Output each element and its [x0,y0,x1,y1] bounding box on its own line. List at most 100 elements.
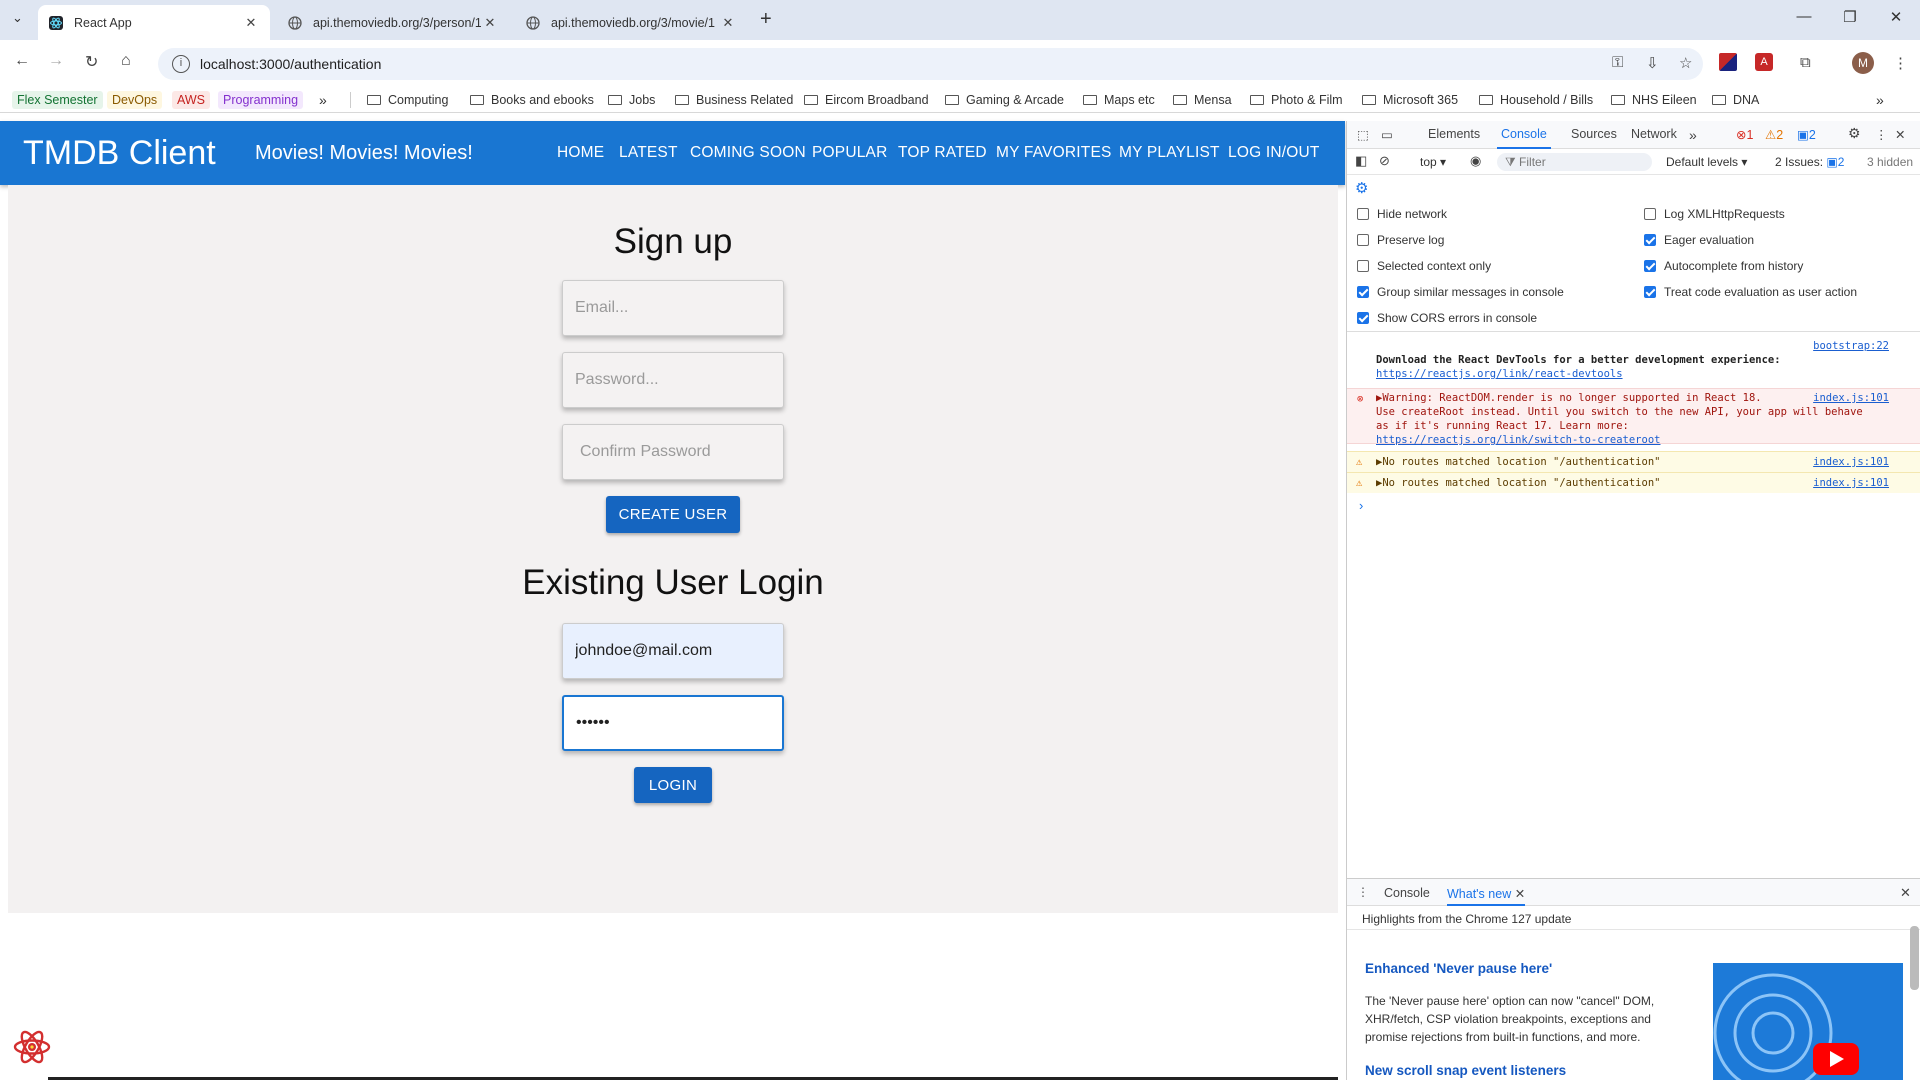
nav-popular[interactable]: POPULAR [812,144,887,162]
checkbox-checked[interactable] [1357,286,1369,298]
console-filter-input[interactable]: ⧩ Filter [1497,153,1652,171]
react-devtools-link[interactable]: https://reactjs.org/link/react-devtools [1376,367,1920,381]
restore-icon[interactable]: ❐ [1827,8,1873,26]
nav-home[interactable]: HOME [557,144,604,162]
bookmark-folder-photo[interactable]: Photo & Film [1250,90,1343,110]
back-icon[interactable]: ← [14,52,30,70]
close-drawer-icon[interactable]: ✕ [1900,885,1911,901]
create-user-button[interactable]: CREATE USER [606,496,740,533]
browser-tab-person[interactable]: api.themoviedb.org/3/person/1 ✕ [277,5,509,40]
install-app-icon[interactable]: ⇩ [1646,54,1659,72]
bookmark-folder-jobs[interactable]: Jobs [608,90,655,110]
error-count-badge[interactable]: ⊗1 [1736,127,1753,142]
console-prompt-icon[interactable]: › [1359,498,1363,513]
login-email-input[interactable] [562,623,784,679]
bookmark-folder-business[interactable]: Business Related [675,90,793,110]
login-password-input[interactable] [562,695,784,751]
checkbox-checked[interactable] [1644,234,1656,246]
password-key-icon[interactable]: ⚿ [1612,54,1623,71]
more-bookmarks-chevron-icon[interactable]: » [319,90,327,110]
bookmark-devops[interactable]: DevOps [107,90,163,110]
bookmark-folder-household[interactable]: Household / Bills [1479,90,1593,110]
close-tab-icon[interactable]: ✕ [481,15,499,31]
tab-search-chevron-icon[interactable]: ⌄ [12,10,23,26]
all-bookmarks-chevron-icon[interactable]: » [1876,90,1884,110]
devtools-settings-gear-icon[interactable]: ⚙ [1848,125,1861,142]
signup-confirm-password-input[interactable] [562,424,784,480]
setting-group-similar[interactable]: Group similar messages in console [1357,285,1564,299]
info-count-badge[interactable]: ▣2 [1797,127,1816,142]
setting-eager-eval[interactable]: Eager evaluation [1644,233,1754,247]
checkbox-checked[interactable] [1644,260,1656,272]
bookmark-folder-computing[interactable]: Computing [367,90,448,110]
app-brand[interactable]: TMDB Client [23,134,216,173]
context-selector[interactable]: top ▾ [1420,155,1446,169]
bookmark-flex-semester[interactable]: Flex Semester [12,90,103,110]
login-button[interactable]: LOGIN [634,767,712,803]
live-expression-eye-icon[interactable]: ◉ [1470,153,1481,169]
signup-password-input[interactable] [562,352,784,408]
new-tab-icon[interactable]: + [760,8,772,31]
nav-log-in-out[interactable]: LOG IN/OUT [1228,144,1320,162]
tab-elements[interactable]: Elements [1428,127,1480,141]
setting-show-cors[interactable]: Show CORS errors in console [1357,311,1537,325]
bookmark-folder-gaming[interactable]: Gaming & Arcade [945,90,1064,110]
setting-autocomplete[interactable]: Autocomplete from history [1644,259,1803,273]
checkbox[interactable] [1644,208,1656,220]
nav-my-favorites[interactable]: MY FAVORITES [996,144,1112,162]
tab-sources[interactable]: Sources [1571,127,1617,141]
forward-icon[interactable]: → [48,52,64,70]
minimize-icon[interactable]: — [1781,8,1827,25]
window-close-icon[interactable]: ✕ [1873,8,1919,26]
reload-icon[interactable]: ↻ [85,52,98,72]
bookmark-folder-dna[interactable]: DNA [1712,90,1759,110]
address-bar[interactable]: i localhost:3000/authentication [158,48,1703,80]
signup-email-input[interactable] [562,280,784,336]
bookmark-folder-nhs[interactable]: NHS Eileen [1611,90,1697,110]
message-source-link[interactable]: bootstrap:22 [1813,339,1889,353]
setting-hide-network[interactable]: Hide network [1357,207,1447,221]
nav-latest[interactable]: LATEST [619,144,678,162]
react-devtools-logo-icon[interactable] [12,1027,52,1067]
clear-console-icon[interactable]: ⊘ [1379,153,1390,169]
home-icon[interactable]: ⌂ [121,52,131,70]
message-source-link[interactable]: index.js:101 [1813,476,1889,490]
log-levels-dropdown[interactable]: Default levels ▾ [1666,155,1747,169]
nav-top-rated[interactable]: TOP RATED [898,144,987,162]
console-settings-gear-icon[interactable]: ⚙ [1355,179,1368,197]
drawer-scrollbar[interactable] [1910,926,1919,990]
chrome-menu-icon[interactable]: ⋮ [1893,54,1908,72]
bookmark-star-icon[interactable]: ☆ [1679,54,1692,72]
inspect-element-icon[interactable]: ⬚ [1357,127,1369,142]
drawer-tab-console[interactable]: Console [1384,886,1430,900]
setting-log-xhr[interactable]: Log XMLHttpRequests [1644,207,1785,221]
whats-new-item-title[interactable]: New scroll snap event listeners [1365,1063,1566,1078]
close-drawer-tab-icon[interactable]: ✕ [1515,887,1525,901]
bookmark-folder-maps[interactable]: Maps etc [1083,90,1155,110]
browser-tab-movie[interactable]: api.themoviedb.org/3/movie/1 ✕ [515,5,747,40]
checkbox-checked[interactable] [1357,312,1369,324]
whats-new-video-thumbnail[interactable] [1713,963,1903,1080]
bookmark-aws[interactable]: AWS [172,90,211,110]
nav-coming-soon[interactable]: COMING SOON [690,144,806,162]
setting-treat-code-eval[interactable]: Treat code evaluation as user action [1644,285,1857,299]
more-tabs-chevron-icon[interactable]: » [1689,127,1697,143]
bookmark-folder-books[interactable]: Books and ebooks [470,90,594,110]
site-info-icon[interactable]: i [172,55,190,73]
bookmark-folder-mensa[interactable]: Mensa [1173,90,1232,110]
issues-counter[interactable]: 2 Issues: ▣2 [1775,155,1844,169]
device-toolbar-icon[interactable]: ▭ [1381,127,1393,142]
warning-count-badge[interactable]: ⚠2 [1765,127,1783,142]
close-tab-icon[interactable]: ✕ [242,15,260,31]
drawer-menu-icon[interactable]: ⋮ [1357,885,1369,899]
bookmark-programming[interactable]: Programming [218,90,304,110]
devtools-menu-icon[interactable]: ⋮ [1875,127,1888,142]
profile-avatar[interactable]: M [1852,52,1874,74]
pdf-extension-icon[interactable]: A [1755,53,1773,71]
tab-network[interactable]: Network [1631,127,1677,141]
bookmark-folder-eircom[interactable]: Eircom Broadband [804,90,929,110]
message-source-link[interactable]: index.js:101 [1813,391,1889,405]
setting-selected-context[interactable]: Selected context only [1357,259,1491,273]
sidebar-toggle-icon[interactable]: ◧ [1355,153,1367,169]
checkbox-checked[interactable] [1644,286,1656,298]
